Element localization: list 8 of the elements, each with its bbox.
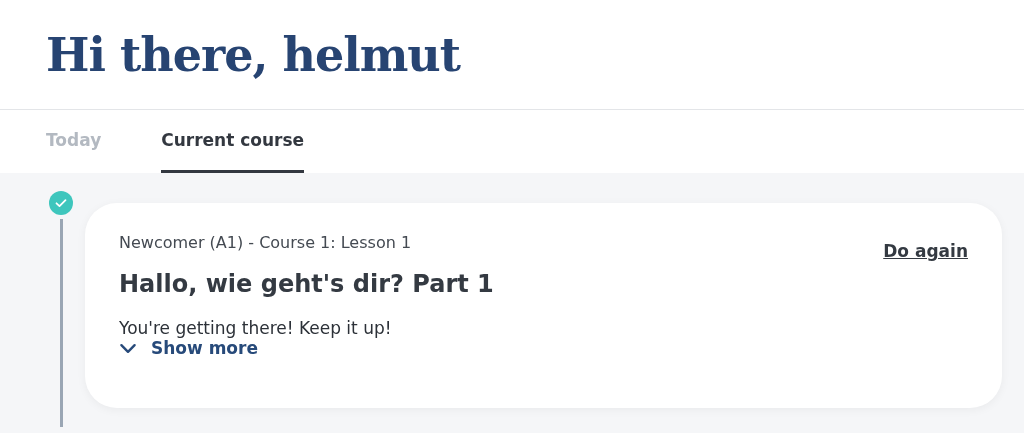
- tab[interactable]: Current course: [161, 110, 305, 173]
- chevron-down-icon: [119, 342, 137, 354]
- show-more-button[interactable]: Show more: [119, 338, 258, 358]
- do-again-link[interactable]: Do again: [883, 241, 968, 261]
- progress-message: You're getting there! Keep it up!: [119, 318, 392, 338]
- greeting-heading: Hi there, helmut: [46, 27, 460, 82]
- lesson-title: Hallo, wie geht's dir? Part 1: [119, 270, 494, 298]
- course-label: Newcomer (A1) - Course 1: Lesson 1: [119, 233, 412, 252]
